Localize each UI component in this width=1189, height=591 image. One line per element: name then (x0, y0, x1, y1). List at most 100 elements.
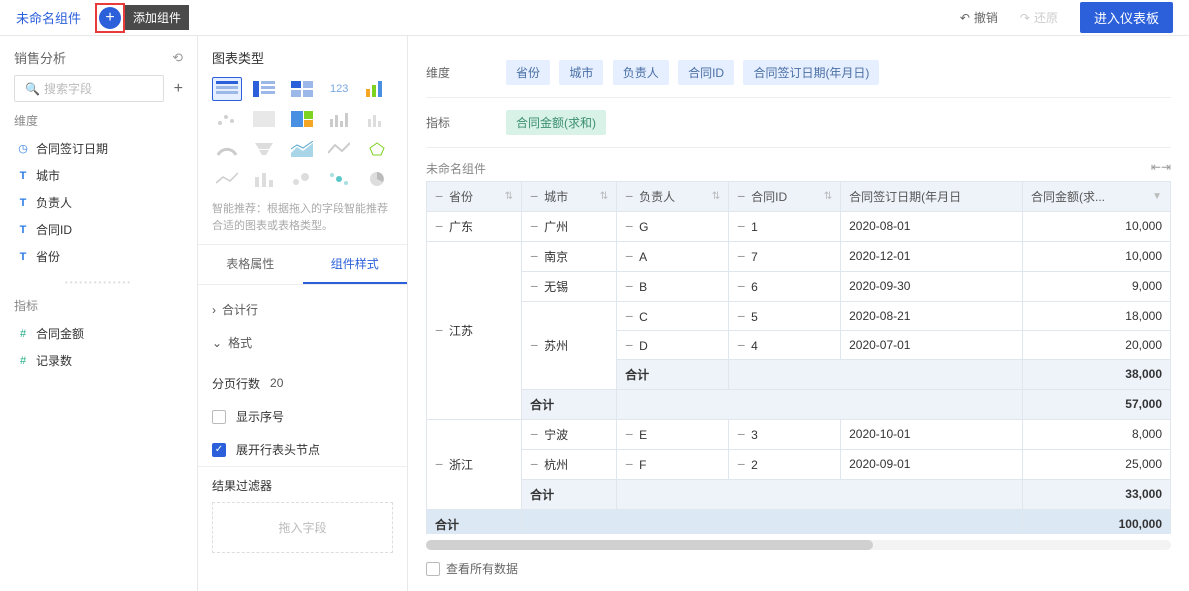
chart-type-line2[interactable] (324, 137, 354, 161)
prop-total-row[interactable]: ›合计行 (212, 293, 393, 326)
chart-type-list[interactable] (287, 77, 317, 101)
add-field-button[interactable]: + (174, 80, 183, 98)
chart-type-title: 图表类型 (198, 48, 407, 77)
page-rows-label: 分页行数 (212, 375, 260, 392)
show-seq-checkbox[interactable]: 显示序号 (198, 400, 407, 433)
field-province[interactable]: T省份 (14, 243, 183, 270)
dim-tag-owner[interactable]: 负责人 (613, 60, 669, 85)
clock-icon: ◷ (16, 142, 30, 155)
filter-dropzone[interactable]: 拖入字段 (212, 502, 393, 553)
chart-type-area[interactable] (287, 137, 317, 161)
col-amount[interactable]: 合同金额(求...▼ (1023, 181, 1171, 211)
chart-type-crosstable[interactable] (249, 77, 279, 101)
text-icon: T (16, 251, 30, 263)
dim-tag-id[interactable]: 合同ID (678, 60, 734, 85)
add-tooltip: 添加组件 (125, 5, 189, 30)
dim-tag-province[interactable]: 省份 (506, 60, 550, 85)
col-city[interactable]: −城市⇅ (522, 181, 617, 211)
component-name[interactable]: 未命名组件 (426, 160, 486, 177)
chart-type-funnel[interactable] (249, 137, 279, 161)
dim-config-label: 维度 (426, 64, 506, 81)
table-row[interactable]: −浙江−宁波−E−32020-10-018,000 (427, 419, 1171, 449)
text-icon: T (16, 170, 30, 182)
col-id[interactable]: −合同ID⇅ (729, 181, 841, 211)
field-count[interactable]: #记录数 (14, 347, 183, 374)
preview-panel: 维度 省份 城市 负责人 合同ID 合同签订日期(年月日) 指标 合同金额(求和… (408, 36, 1189, 591)
grandtotal-row: 合计100,000 (427, 509, 1171, 534)
field-city[interactable]: T城市 (14, 162, 183, 189)
view-all-label: 查看所有数据 (446, 560, 518, 577)
table-row[interactable]: −江苏−南京−A−72020-12-0110,000 (427, 241, 1171, 271)
checkbox-icon (212, 410, 226, 424)
col-province[interactable]: −省份⇅ (427, 181, 522, 211)
text-icon: T (16, 197, 30, 209)
chart-type-bubble[interactable] (287, 167, 317, 191)
metric-config-label: 指标 (426, 114, 506, 131)
table-row[interactable]: −杭州−F−22020-09-0125,000 (427, 449, 1171, 479)
redo-icon: ↷ (1020, 11, 1030, 25)
subtotal-row: 合计57,000 (427, 389, 1171, 419)
chart-type-pie[interactable] (362, 167, 392, 191)
chevron-right-icon: › (212, 303, 216, 317)
sort-icon[interactable]: ⇅ (824, 191, 832, 202)
component-tab[interactable]: 未命名组件 (16, 8, 81, 27)
add-component-highlight: + (95, 3, 125, 33)
hash-icon: # (16, 328, 30, 340)
chart-type-network[interactable] (324, 167, 354, 191)
field-date[interactable]: ◷合同签订日期 (14, 135, 183, 162)
field-panel: 销售分析 ⟲ 🔍 搜索字段 + 维度 ◷合同签订日期 T城市 T负责人 T合同I… (0, 36, 198, 591)
chart-type-line[interactable] (212, 167, 242, 191)
checkbox-checked-icon: ✓ (212, 443, 226, 457)
chart-type-bar2[interactable] (362, 107, 392, 131)
page-rows-input[interactable] (270, 376, 320, 391)
text-icon: T (16, 224, 30, 236)
table-row[interactable]: −广东−广州−G−12020-08-0110,000 (427, 211, 1171, 241)
sort-icon[interactable]: ⇅ (505, 191, 513, 202)
tab-table-props[interactable]: 表格属性 (198, 245, 303, 284)
view-all-checkbox[interactable] (426, 562, 440, 576)
add-component-button[interactable]: + (99, 7, 121, 29)
search-icon: 🔍 (25, 82, 40, 96)
undo-icon: ↶ (960, 11, 970, 25)
chart-type-column[interactable] (249, 167, 279, 191)
col-owner[interactable]: −负责人⇅ (617, 181, 729, 211)
search-input[interactable]: 🔍 搜索字段 (14, 75, 164, 102)
sort-desc-icon[interactable]: ▼ (1152, 191, 1162, 202)
chart-type-grouptable[interactable] (212, 77, 242, 101)
table-row[interactable]: −苏州−C−52020-08-2118,000 (427, 301, 1171, 330)
filter-title: 结果过滤器 (212, 477, 393, 494)
metric-section-label: 指标 (14, 297, 183, 314)
dataset-title: 销售分析 (14, 48, 66, 67)
chevron-down-icon: ⌄ (212, 336, 222, 350)
subtotal-row: 合计33,000 (427, 479, 1171, 509)
dimension-section-label: 维度 (14, 112, 183, 129)
dim-tag-city[interactable]: 城市 (559, 60, 603, 85)
col-date[interactable]: 合同签订日期(年月日 (841, 181, 1023, 211)
chart-type-kpi[interactable]: 123 (324, 77, 354, 101)
field-amount[interactable]: #合同金额 (14, 320, 183, 347)
sort-icon[interactable]: ⇅ (600, 191, 608, 202)
horizontal-scrollbar[interactable] (426, 540, 1171, 550)
prop-format[interactable]: ⌄格式 (212, 326, 393, 359)
enter-dashboard-button[interactable]: 进入仪表板 (1080, 2, 1173, 33)
chart-type-gauge[interactable] (212, 137, 242, 161)
chart-type-auto[interactable] (362, 77, 392, 101)
chart-type-heatmap[interactable] (249, 107, 279, 131)
chart-type-bar[interactable] (324, 107, 354, 131)
sort-icon[interactable]: ⇅ (712, 191, 720, 202)
expand-icon[interactable]: ⇤⇥ (1151, 160, 1171, 177)
table-row[interactable]: −无锡−B−62020-09-309,000 (427, 271, 1171, 301)
chart-type-treemap[interactable] (287, 107, 317, 131)
link-icon[interactable]: ⟲ (172, 50, 183, 66)
redo-button[interactable]: ↷ 还原 (1020, 9, 1058, 26)
undo-button[interactable]: ↶ 撤销 (960, 9, 998, 26)
chart-type-radar[interactable] (362, 137, 392, 161)
metric-tag-amount[interactable]: 合同金额(求和) (506, 110, 606, 135)
dim-tag-date[interactable]: 合同签订日期(年月日) (743, 60, 879, 85)
chart-type-scatter[interactable] (212, 107, 242, 131)
tab-component-style[interactable]: 组件样式 (303, 245, 408, 284)
field-owner[interactable]: T负责人 (14, 189, 183, 216)
expand-header-checkbox[interactable]: ✓ 展开行表头节点 (198, 433, 407, 466)
chart-type-hint: 智能推荐：根据拖入的字段智能推荐合适的图表或表格类型。 (198, 201, 407, 244)
field-contract-id[interactable]: T合同ID (14, 216, 183, 243)
